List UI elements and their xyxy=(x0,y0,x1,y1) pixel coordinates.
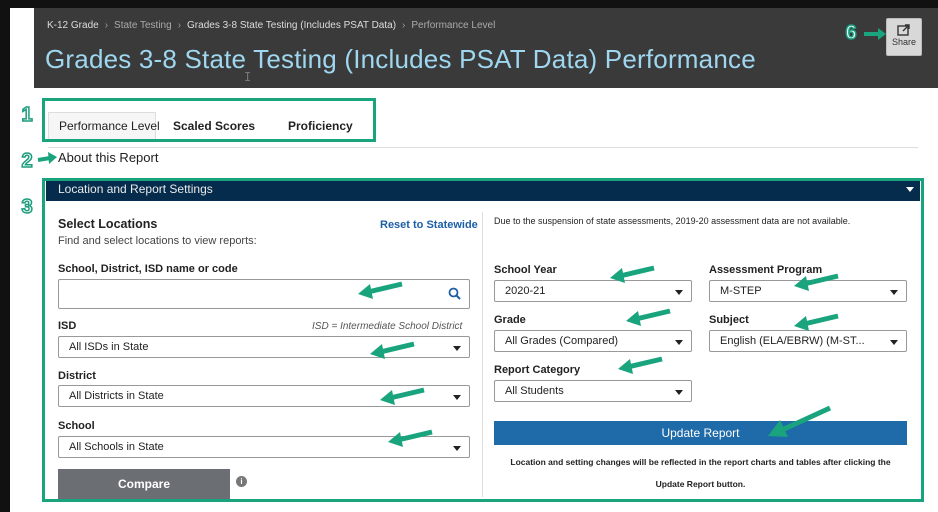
about-report-link[interactable]: About this Report xyxy=(58,150,158,165)
annotation-arrow-school-year xyxy=(610,265,655,283)
share-label: Share xyxy=(891,37,917,47)
annotation-number-2: 2 xyxy=(21,149,34,173)
annotation-arrow-district xyxy=(380,387,425,405)
left-border xyxy=(0,0,10,512)
annotation-arrow-grade xyxy=(626,308,671,326)
annotation-arrow-category xyxy=(618,356,663,374)
annotation-number-3: 3 xyxy=(21,195,34,219)
annotation-arrow-subject xyxy=(794,313,839,331)
annotation-number-6: 6 xyxy=(845,21,858,45)
annotation-arrow-update xyxy=(768,405,832,437)
chevron-right-icon: › xyxy=(177,20,182,31)
breadcrumb-item-current: Performance Level xyxy=(411,20,496,31)
breadcrumb-item-k12[interactable]: K-12 Grade xyxy=(47,20,99,31)
page-title: Grades 3-8 State Testing (Includes PSAT … xyxy=(45,44,756,74)
annotation-number-1: 1 xyxy=(21,103,34,127)
chevron-right-icon: › xyxy=(104,20,109,31)
annotation-frame-settings xyxy=(42,178,924,502)
annotation-arrow-2 xyxy=(37,152,57,164)
breadcrumb: K-12 Grade › State Testing › Grades 3-8 Stat… xyxy=(47,20,495,31)
top-border xyxy=(0,0,938,8)
annotation-arrow-school xyxy=(388,429,433,447)
breadcrumb-item-grades[interactable]: Grades 3-8 State Testing (Includes PSAT … xyxy=(187,20,396,31)
annotation-arrow-6 xyxy=(864,28,886,40)
breadcrumb-item-state-testing[interactable]: State Testing xyxy=(114,20,172,31)
share-icon xyxy=(897,24,910,36)
annotation-frame-tabs xyxy=(42,98,376,142)
share-button[interactable]: Share xyxy=(886,18,922,56)
divider xyxy=(48,147,918,148)
page-header: K-12 Grade › State Testing › Grades 3-8 Stat… xyxy=(34,8,938,88)
text-cursor-icon: I xyxy=(244,70,252,84)
annotation-arrow-assessment xyxy=(794,273,839,291)
chevron-right-icon: › xyxy=(402,20,406,31)
annotation-arrow-search xyxy=(358,281,403,299)
annotation-arrow-isd xyxy=(370,341,415,359)
